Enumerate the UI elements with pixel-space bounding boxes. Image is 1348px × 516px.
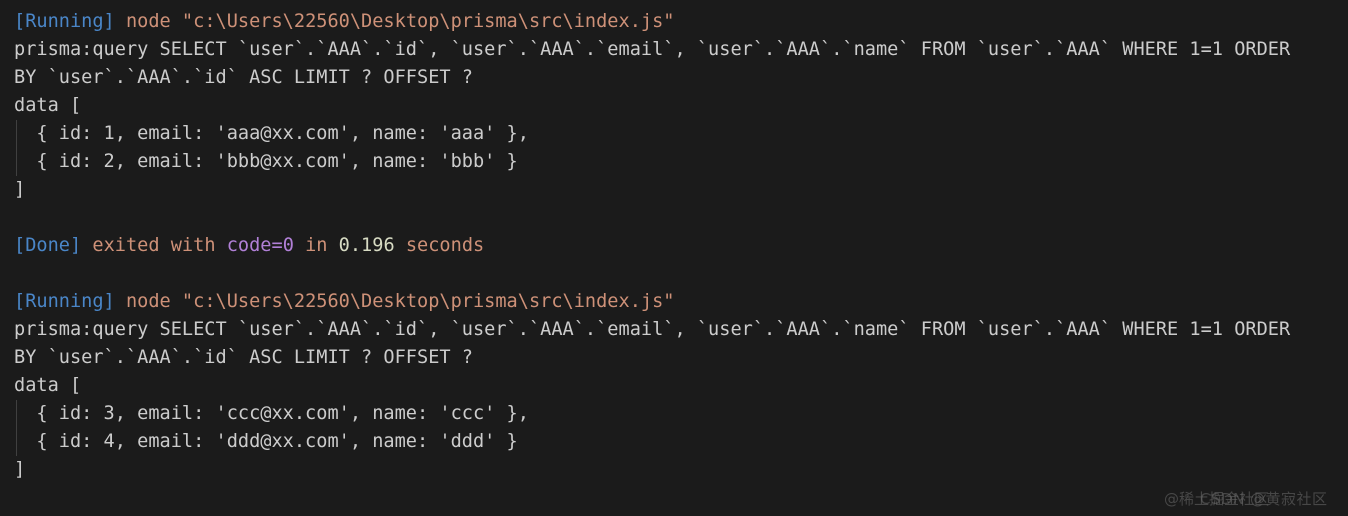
terminal-token: 0.196 xyxy=(338,235,395,256)
terminal-token: node "c:\Users\22560\Desktop\prisma\src\… xyxy=(125,291,675,312)
done-status-line: [Done] exited with code=0 in 0.196 secon… xyxy=(14,232,1348,260)
terminal-token: [Done] xyxy=(14,235,93,256)
terminal-token: prisma:query SELECT `user`.`AAA`.`id`, `… xyxy=(14,39,1291,60)
watermark-text-csdn: CSDN @黄寂社区 xyxy=(1200,490,1328,508)
terminal-token: [Running] xyxy=(14,291,126,312)
running-header-line: [Running] node "c:\Users\22560\Desktop\p… xyxy=(14,8,1348,36)
blank-line xyxy=(14,204,1348,232)
terminal-token: { id: 1, email: 'aaa@xx.com', name: 'aaa… xyxy=(14,123,529,144)
terminal-token: ] xyxy=(14,179,26,200)
data-row-line: { id: 2, email: 'bbb@xx.com', name: 'bbb… xyxy=(14,148,1348,176)
blank-line xyxy=(14,260,1348,288)
terminal-token: BY `user`.`AAA`.`id` ASC LIMIT ? OFFSET … xyxy=(14,347,473,368)
indent-guide xyxy=(16,400,17,428)
terminal-token: { id: 4, email: 'ddd@xx.com', name: 'ddd… xyxy=(14,431,518,452)
data-row-line: { id: 4, email: 'ddd@xx.com', name: 'ddd… xyxy=(14,428,1348,456)
terminal-token: code=0 xyxy=(226,235,294,256)
prisma-query-line: prisma:query SELECT `user`.`AAA`.`id`, `… xyxy=(14,316,1348,344)
terminal-line-list: [Running] node "c:\Users\22560\Desktop\p… xyxy=(0,0,1348,484)
data-array-open-line: data [ xyxy=(14,92,1348,120)
terminal-token: data [ xyxy=(14,375,82,396)
terminal-token: { id: 3, email: 'ccc@xx.com', name: 'ccc… xyxy=(14,403,529,424)
terminal-token: in xyxy=(293,235,339,256)
terminal-token: data [ xyxy=(14,95,82,116)
terminal-token: exited with xyxy=(92,235,227,256)
terminal-token: ] xyxy=(14,459,26,480)
data-row-line: { id: 1, email: 'aaa@xx.com', name: 'aaa… xyxy=(14,120,1348,148)
watermark-text-juejin: @稀土掘金社区 xyxy=(1164,490,1270,508)
indent-guide xyxy=(16,428,17,456)
terminal-token: prisma:query SELECT `user`.`AAA`.`id`, `… xyxy=(14,319,1291,340)
running-header-line: [Running] node "c:\Users\22560\Desktop\p… xyxy=(14,288,1348,316)
prisma-query-wrap-line: BY `user`.`AAA`.`id` ASC LIMIT ? OFFSET … xyxy=(14,344,1348,372)
data-array-close-line: ] xyxy=(14,176,1348,204)
prisma-query-line: prisma:query SELECT `user`.`AAA`.`id`, `… xyxy=(14,36,1348,64)
indent-guide xyxy=(16,120,17,148)
terminal-output-panel[interactable]: [Running] node "c:\Users\22560\Desktop\p… xyxy=(0,0,1348,516)
terminal-token: BY `user`.`AAA`.`id` ASC LIMIT ? OFFSET … xyxy=(14,67,473,88)
terminal-token: [Running] xyxy=(14,11,126,32)
terminal-token: { id: 2, email: 'bbb@xx.com', name: 'bbb… xyxy=(14,151,518,172)
indent-guide xyxy=(16,148,17,176)
terminal-token: seconds xyxy=(394,235,485,256)
watermark: @稀土掘金社区 CSDN @黄寂社区 xyxy=(1164,486,1342,512)
data-array-close-line: ] xyxy=(14,456,1348,484)
prisma-query-wrap-line: BY `user`.`AAA`.`id` ASC LIMIT ? OFFSET … xyxy=(14,64,1348,92)
terminal-token: node "c:\Users\22560\Desktop\prisma\src\… xyxy=(125,11,675,32)
data-row-line: { id: 3, email: 'ccc@xx.com', name: 'ccc… xyxy=(14,400,1348,428)
data-array-open-line: data [ xyxy=(14,372,1348,400)
